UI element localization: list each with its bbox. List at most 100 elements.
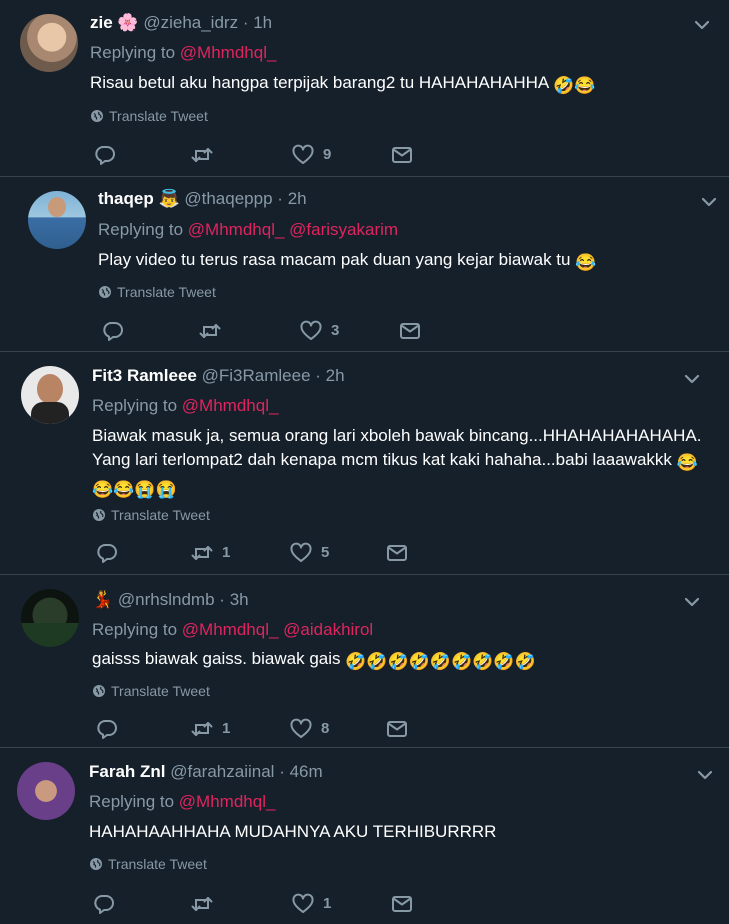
chevron-down-icon[interactable] <box>693 16 711 34</box>
action-bar: 1 <box>92 892 422 916</box>
heart-icon <box>292 144 314 164</box>
tweet[interactable]: zie 🌸 @zieha_idrz · 1h Replying to @Mhmd… <box>0 0 729 176</box>
tweet[interactable]: 💃 @nrhslndmb · 3h Replying to @Mhmdhql_ … <box>0 575 729 747</box>
text-emojis: 😂😂😭😭 <box>92 480 177 499</box>
display-name[interactable]: thaqep <box>98 189 154 208</box>
envelope-icon <box>392 147 412 163</box>
tweet-text-body: Play video tu terus rasa macam pak duan … <box>98 250 571 269</box>
tweet-text: gaisss biawak gaiss. biawak gais 🤣🤣🤣🤣🤣🤣🤣… <box>92 647 536 674</box>
globe-icon <box>89 857 103 871</box>
name-emoji: 👼 <box>158 189 180 208</box>
tweet-header: zie 🌸 @zieha_idrz · 1h <box>90 13 272 33</box>
separator-dot: · <box>219 590 225 609</box>
envelope-icon <box>392 896 412 912</box>
replying-label: Replying to <box>98 220 184 239</box>
tweet-text-body: gaisss biawak gaiss. biawak gais <box>92 649 341 668</box>
translate-tweet-link[interactable]: Translate Tweet <box>90 108 208 124</box>
heart-icon <box>290 718 312 738</box>
display-name[interactable]: zie <box>90 13 113 32</box>
tweet-header: Farah Znl @farahzaiinal · 46m <box>89 762 323 782</box>
action-bar: 1 5 <box>95 541 425 565</box>
retweet-count: 1 <box>222 720 231 737</box>
globe-icon <box>98 285 112 299</box>
translate-label: Translate Tweet <box>117 284 216 300</box>
avatar[interactable] <box>21 589 79 647</box>
mention-link[interactable]: @Mhmdhql_ <box>180 43 277 62</box>
chevron-down-icon[interactable] <box>696 766 714 784</box>
chevron-down-icon[interactable] <box>700 193 718 211</box>
replying-to: Replying to @Mhmdhql_ <box>89 792 275 812</box>
text-emojis: 😂 <box>676 453 698 472</box>
user-handle[interactable]: @Fi3Ramleee <box>202 366 311 385</box>
user-handle[interactable]: @farahzaiinal <box>170 762 274 781</box>
chevron-down-icon[interactable] <box>683 370 701 388</box>
avatar[interactable] <box>28 191 86 249</box>
tweet[interactable]: Farah Znl @farahzaiinal · 46m Replying t… <box>0 748 729 924</box>
avatar[interactable] <box>17 762 75 820</box>
envelope-icon <box>387 545 407 561</box>
avatar[interactable] <box>21 366 79 424</box>
globe-icon <box>92 508 106 522</box>
text-emojis: 🤣🤣🤣🤣🤣🤣🤣🤣🤣 <box>345 652 536 671</box>
heart-icon <box>292 893 314 913</box>
translate-tweet-link[interactable]: Translate Tweet <box>89 856 207 872</box>
mention-link[interactable]: @Mhmdhql_ <box>188 220 285 239</box>
retweet-icon <box>191 897 213 911</box>
envelope-icon <box>400 323 420 339</box>
retweet-icon <box>191 546 213 560</box>
envelope-icon <box>387 721 407 737</box>
tweet-text-line: Biawak masuk ja, semua orang lari xboleh… <box>92 426 702 445</box>
replying-label: Replying to <box>92 396 178 415</box>
heart-icon <box>290 542 312 562</box>
user-handle[interactable]: @thaqeppp <box>184 189 272 208</box>
mention-link[interactable]: @Mhmdhql_ <box>182 396 279 415</box>
timestamp[interactable]: 2h <box>288 189 307 208</box>
separator-dot: · <box>242 13 249 32</box>
replying-to: Replying to @Mhmdhql_ @aidakhirol <box>92 620 373 640</box>
tweet-text: Risau betul aku hangpa terpijak barang2 … <box>90 71 595 98</box>
timestamp[interactable]: 3h <box>230 590 249 609</box>
mention-link[interactable]: @aidakhirol <box>283 620 373 639</box>
retweet-icon <box>191 722 213 736</box>
timestamp[interactable]: 2h <box>326 366 345 385</box>
user-handle[interactable]: @zieha_idrz <box>143 13 238 32</box>
heart-icon <box>300 320 322 340</box>
translate-tweet-link[interactable]: Translate Tweet <box>98 284 216 300</box>
tweet-text-body: HAHAHAAHHAHA MUDAHNYA AKU TERHIBURRRR <box>89 822 497 841</box>
reply-icon <box>95 146 115 165</box>
replying-to: Replying to @Mhmdhql_ <box>92 396 278 416</box>
tweet[interactable]: Fit3 Ramleee @Fi3Ramleee · 2h Replying t… <box>0 352 729 574</box>
tweet-header: 💃 @nrhslndmb · 3h <box>92 590 249 610</box>
like-count: 5 <box>321 544 330 561</box>
translate-tweet-link[interactable]: Translate Tweet <box>92 507 210 523</box>
display-name[interactable]: Farah Znl <box>89 762 166 781</box>
like-count: 3 <box>331 322 340 339</box>
globe-icon <box>92 684 106 698</box>
timestamp[interactable]: 46m <box>290 762 323 781</box>
tweet-text: HAHAHAAHHAHA MUDAHNYA AKU TERHIBURRRR <box>89 820 496 844</box>
name-emoji: 🌸 <box>117 13 139 32</box>
mention-link[interactable]: @Mhmdhql_ <box>182 620 279 639</box>
translate-label: Translate Tweet <box>109 108 208 124</box>
tweet[interactable]: thaqep 👼 @thaqeppp · 2h Replying to @Mhm… <box>0 177 729 351</box>
mention-link[interactable]: @farisyakarim <box>289 220 398 239</box>
globe-icon <box>90 109 104 123</box>
mention-link[interactable]: @Mhmdhql_ <box>179 792 276 811</box>
like-count: 8 <box>321 720 330 737</box>
timestamp[interactable]: 1h <box>253 13 272 32</box>
tweet-header: Fit3 Ramleee @Fi3Ramleee · 2h <box>92 366 345 386</box>
text-emojis: 🤣😂 <box>553 76 596 95</box>
tweet-text: Play video tu terus rasa macam pak duan … <box>98 248 596 275</box>
chevron-down-icon[interactable] <box>683 593 701 611</box>
separator-dot: · <box>277 189 283 208</box>
tweet-text-body: Risau betul aku hangpa terpijak barang2 … <box>90 73 549 92</box>
name-emoji: 💃 <box>92 590 114 609</box>
translate-label: Translate Tweet <box>111 683 210 699</box>
avatar[interactable] <box>20 14 78 72</box>
display-name[interactable]: Fit3 Ramleee <box>92 366 197 385</box>
reply-icon <box>97 544 117 563</box>
tweet-text-body: Yang lari terlompat2 dah kenapa mcm tiku… <box>92 450 672 469</box>
translate-tweet-link[interactable]: Translate Tweet <box>92 683 210 699</box>
user-handle[interactable]: @nrhslndmb <box>118 590 215 609</box>
reply-icon <box>97 720 117 739</box>
